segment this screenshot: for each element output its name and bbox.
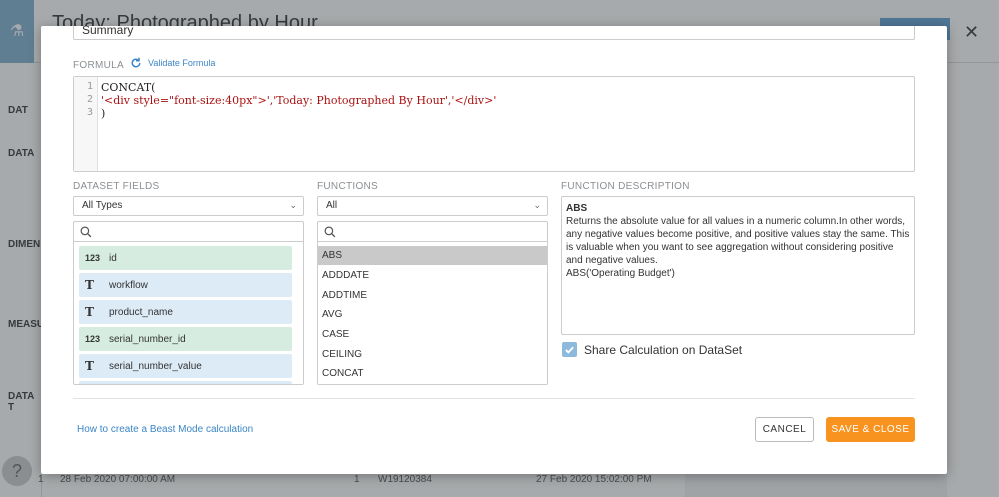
line-number: 1 (86, 81, 93, 92)
function-item[interactable]: CONCAT (318, 364, 547, 383)
search-icon (324, 226, 336, 238)
function-item-abs[interactable]: ABS (318, 246, 547, 265)
field-name: serial_number_id (109, 333, 186, 345)
share-calculation-toggle[interactable]: Share Calculation on DataSet (562, 342, 742, 357)
save-and-close-button[interactable]: SAVE & CLOSE (826, 417, 915, 442)
share-checkbox[interactable] (562, 342, 577, 357)
function-item[interactable]: CEILING (318, 345, 547, 364)
cancel-button[interactable]: CANCEL (755, 417, 814, 442)
function-search-input[interactable] (318, 222, 547, 242)
field-name: workflow (109, 279, 148, 291)
field-item[interactable]: 123 id (79, 246, 292, 270)
functions-list: ABS ADDDATE ADDTIME AVG CASE CEILING CON… (317, 221, 548, 385)
code-line: '<div style="font-size:40px">','Today: P… (101, 94, 497, 107)
field-search-input[interactable] (74, 222, 303, 242)
field-item[interactable]: T product_name (79, 300, 292, 324)
field-item[interactable]: 123 serial_number_id (79, 327, 292, 351)
dataset-fields-label: DATASET FIELDS (73, 181, 160, 192)
function-category-value: All (326, 200, 338, 211)
function-category-select[interactable]: All ⌄ (317, 196, 548, 216)
field-item-partial (79, 381, 292, 384)
line-number-gutter: 1 2 3 (74, 77, 98, 171)
function-example: ABS('Operating Budget') (566, 268, 675, 279)
code-line: ) (101, 107, 106, 120)
search-icon (80, 226, 92, 238)
function-item[interactable]: CASE (318, 325, 547, 344)
formula-label: FORMULA (73, 60, 124, 71)
formula-editor[interactable]: 1 2 3 CONCAT( '<div style="font-size:40p… (73, 76, 915, 172)
function-item[interactable]: ADDDATE (318, 266, 547, 285)
field-name: id (109, 252, 117, 264)
function-description-text: Returns the absolute value for all value… (566, 216, 910, 266)
function-item[interactable]: AVG (318, 305, 547, 324)
field-type-select[interactable]: All Types ⌄ (73, 196, 304, 216)
number-type-icon: 123 (85, 334, 101, 344)
function-description-label: FUNCTION DESCRIPTION (561, 181, 690, 192)
checkmark-icon (565, 346, 574, 354)
function-description-panel: ABS Returns the absolute value for all v… (561, 196, 915, 335)
function-title: ABS (566, 203, 588, 214)
footer-divider (73, 398, 915, 399)
line-number: 3 (86, 107, 93, 118)
function-item[interactable]: ADDTIME (318, 286, 547, 305)
calculation-name-input[interactable]: Summary (73, 26, 915, 40)
text-type-icon: T (85, 359, 94, 373)
line-number: 2 (86, 94, 93, 105)
beast-mode-dialog: Summary FORMULA Validate Formula 1 2 3 C… (41, 26, 947, 474)
field-name: serial_number_value (109, 360, 202, 372)
field-item[interactable]: T workflow (79, 273, 292, 297)
dataset-fields-list: 123 id T workflow T product_name 123 ser… (73, 221, 304, 385)
functions-label: FUNCTIONS (317, 181, 379, 192)
chevron-down-icon: ⌄ (533, 200, 541, 210)
share-calculation-label: Share Calculation on DataSet (584, 342, 743, 357)
text-type-icon: T (85, 278, 94, 292)
field-item[interactable]: T serial_number_value (79, 354, 292, 378)
validate-formula-button[interactable]: Validate Formula (130, 57, 215, 69)
number-type-icon: 123 (85, 253, 101, 263)
refresh-icon (131, 57, 141, 68)
field-name: product_name (109, 306, 173, 318)
validate-formula-label: Validate Formula (148, 58, 216, 68)
field-type-value: All Types (82, 200, 123, 211)
beast-mode-help-link[interactable]: How to create a Beast Mode calculation (77, 424, 253, 435)
chevron-down-icon: ⌄ (289, 200, 297, 210)
code-line: CONCAT( (101, 81, 156, 94)
text-type-icon: T (85, 305, 94, 319)
